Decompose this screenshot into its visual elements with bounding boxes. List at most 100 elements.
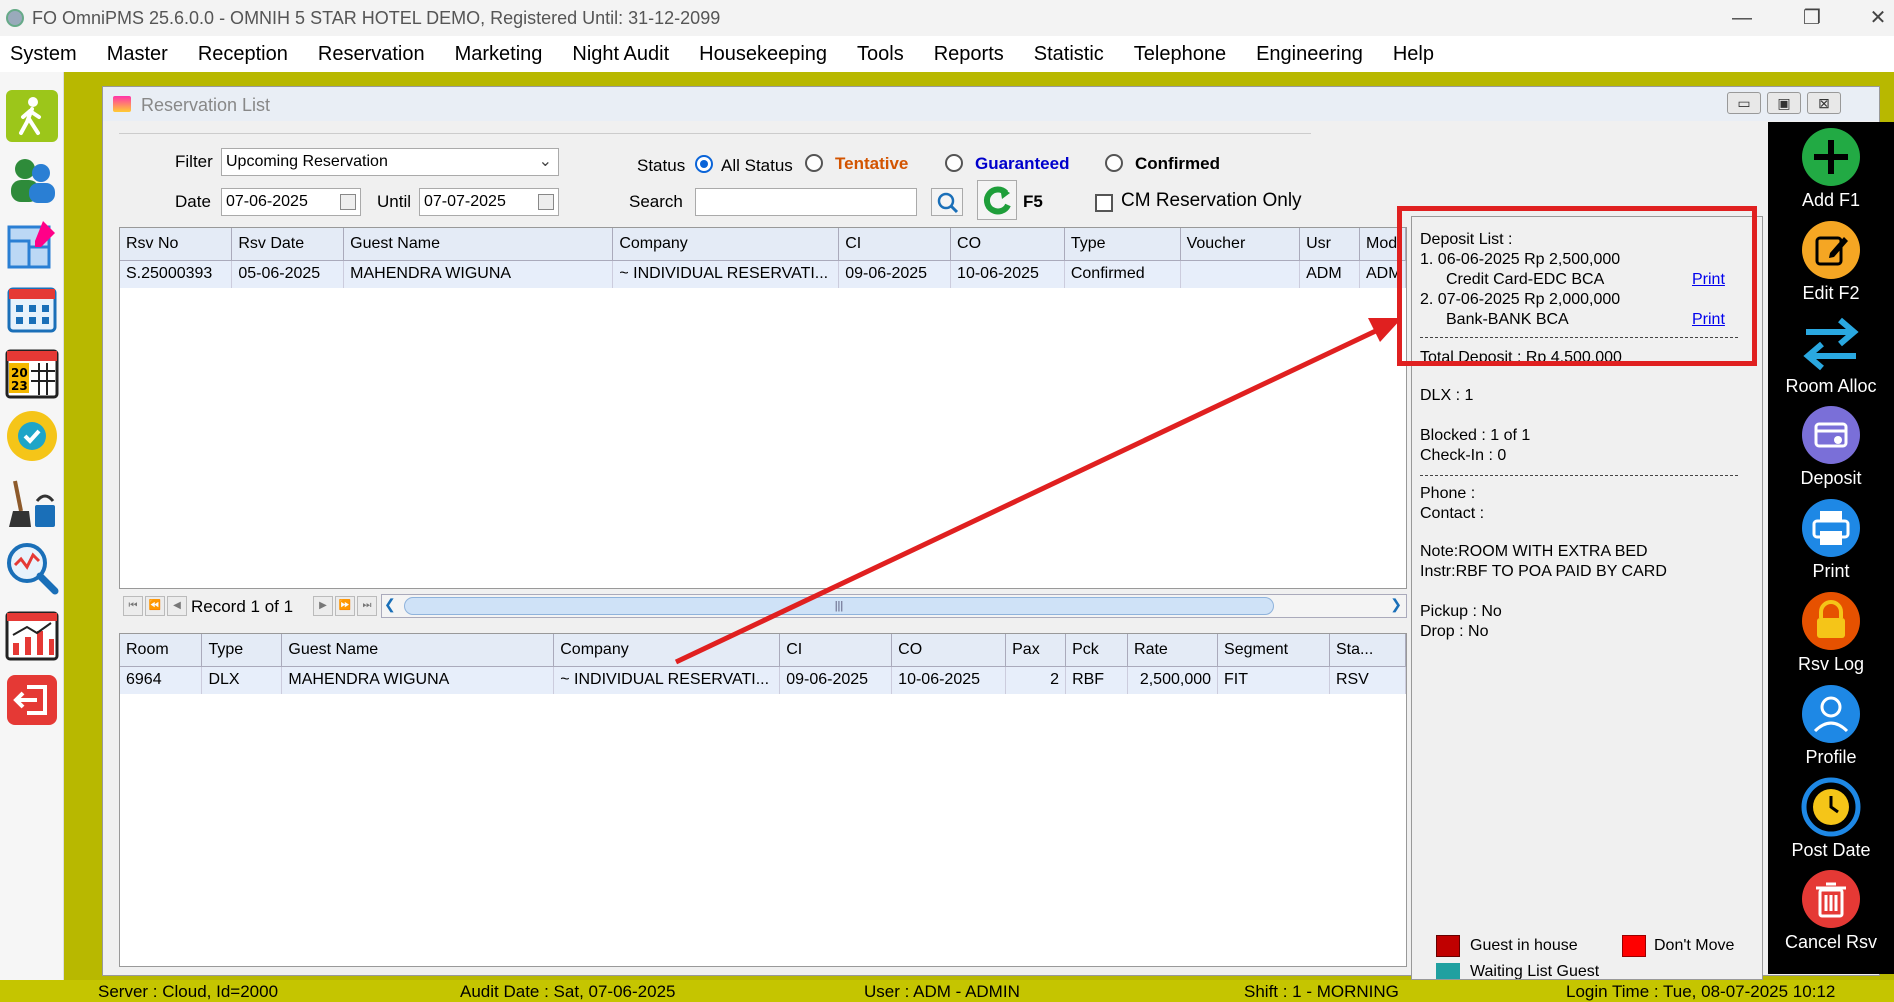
- col-room-ci[interactable]: CI: [779, 634, 893, 667]
- filter-dropdown[interactable]: Upcoming Reservation ⌄: [221, 148, 559, 176]
- cell-guest-name[interactable]: MAHENDRA WIGUNA: [343, 260, 614, 288]
- col-ci[interactable]: CI: [838, 228, 952, 261]
- print-button[interactable]: Print: [1768, 497, 1894, 587]
- cell-rsv-date[interactable]: 05-06-2025: [231, 260, 345, 288]
- col-pck[interactable]: Pck: [1065, 634, 1129, 667]
- cell-room[interactable]: 6964: [120, 666, 203, 694]
- status-confirmed-label[interactable]: Confirmed: [1135, 154, 1220, 174]
- nav-prev-button[interactable]: ◀: [167, 596, 187, 616]
- col-pax[interactable]: Pax: [1005, 634, 1067, 667]
- status-confirmed-radio[interactable]: [1105, 154, 1123, 172]
- menu-system[interactable]: System: [10, 43, 77, 66]
- status-guaranteed-radio[interactable]: [945, 154, 963, 172]
- col-status[interactable]: Sta...: [1329, 634, 1406, 667]
- menu-reports[interactable]: Reports: [934, 43, 1004, 66]
- horizontal-scrollbar[interactable]: ❮ ||| ❯: [381, 594, 1407, 618]
- nav-last-button[interactable]: ⏭: [357, 596, 377, 616]
- cell-segment[interactable]: FIT: [1217, 666, 1330, 694]
- menu-night-audit[interactable]: Night Audit: [572, 43, 669, 66]
- table-row[interactable]: 6964 DLX MAHENDRA WIGUNA ~ INDIVIDUAL RE…: [120, 666, 1406, 694]
- cancel-rsv-button[interactable]: Cancel Rsv: [1768, 868, 1894, 958]
- child-close-button[interactable]: ⊠: [1807, 92, 1841, 114]
- availability-icon[interactable]: [5, 408, 59, 464]
- calendar-2023-icon[interactable]: 20 23: [5, 344, 59, 400]
- exit-icon[interactable]: [5, 672, 59, 728]
- col-usr[interactable]: Usr: [1299, 228, 1360, 261]
- col-co[interactable]: CO: [950, 228, 1065, 261]
- cell-co[interactable]: 10-06-2025: [950, 260, 1065, 288]
- post-date-button[interactable]: Post Date: [1768, 776, 1894, 866]
- scroll-left-icon[interactable]: ❮: [384, 596, 396, 613]
- status-tentative-radio[interactable]: [805, 154, 823, 172]
- col-segment[interactable]: Segment: [1217, 634, 1330, 667]
- status-all-label[interactable]: All Status: [721, 156, 793, 176]
- col-type[interactable]: Type: [1064, 228, 1181, 261]
- cell-pax[interactable]: 2: [1005, 666, 1067, 694]
- minimize-button[interactable]: —: [1722, 4, 1762, 32]
- col-room-co[interactable]: CO: [891, 634, 1007, 667]
- cell-room-guest[interactable]: MAHENDRA WIGUNA: [281, 666, 555, 694]
- status-guaranteed-label[interactable]: Guaranteed: [975, 154, 1069, 174]
- col-room-type[interactable]: Type: [201, 634, 283, 667]
- menu-help[interactable]: Help: [1393, 43, 1434, 66]
- col-company[interactable]: Company: [612, 228, 840, 261]
- child-minimize-button[interactable]: ▭: [1727, 92, 1761, 114]
- calendar-icon[interactable]: [5, 280, 59, 336]
- cm-only-label[interactable]: CM Reservation Only: [1121, 190, 1302, 212]
- until-picker-icon[interactable]: [538, 194, 554, 210]
- cm-only-checkbox[interactable]: [1095, 194, 1113, 212]
- cell-company[interactable]: ~ INDIVIDUAL RESERVATI...: [612, 260, 840, 288]
- menu-housekeeping[interactable]: Housekeeping: [699, 43, 827, 66]
- cell-usr[interactable]: ADM: [1299, 260, 1360, 288]
- room-alloc-button[interactable]: Room Alloc: [1768, 312, 1894, 402]
- restore-button[interactable]: ❐: [1792, 4, 1832, 32]
- status-all-radio[interactable]: [695, 155, 713, 173]
- cell-status[interactable]: RSV: [1329, 666, 1406, 694]
- add-button[interactable]: Add F1: [1768, 126, 1894, 216]
- col-room[interactable]: Room: [120, 634, 203, 667]
- cell-room-co[interactable]: 10-06-2025: [891, 666, 1007, 694]
- menu-telephone[interactable]: Telephone: [1134, 43, 1226, 66]
- cell-type[interactable]: Confirmed: [1064, 260, 1181, 288]
- date-picker-icon[interactable]: [340, 194, 356, 210]
- menu-tools[interactable]: Tools: [857, 43, 904, 66]
- menu-engineering[interactable]: Engineering: [1256, 43, 1363, 66]
- search-input[interactable]: [695, 188, 917, 216]
- edit-button[interactable]: Edit F2: [1768, 219, 1894, 309]
- col-rsv-no[interactable]: Rsv No: [120, 228, 233, 261]
- cell-voucher[interactable]: [1180, 260, 1301, 288]
- refresh-button[interactable]: [977, 180, 1017, 220]
- cell-room-company[interactable]: ~ INDIVIDUAL RESERVATI...: [553, 666, 781, 694]
- cell-room-type[interactable]: DLX: [201, 666, 283, 694]
- statistic-chart-icon[interactable]: [5, 608, 59, 664]
- scroll-thumb[interactable]: |||: [404, 597, 1274, 615]
- until-field[interactable]: 07-07-2025: [419, 188, 559, 216]
- status-tentative-label[interactable]: Tentative: [835, 154, 908, 174]
- col-voucher[interactable]: Voucher: [1180, 228, 1301, 261]
- cell-rate[interactable]: 2,500,000: [1127, 666, 1219, 694]
- menu-reception[interactable]: Reception: [198, 43, 288, 66]
- walk-in-icon[interactable]: [5, 88, 59, 144]
- child-restore-button[interactable]: ▣: [1767, 92, 1801, 114]
- close-button[interactable]: ✕: [1862, 4, 1894, 32]
- search-button[interactable]: [931, 188, 963, 216]
- nav-next-page-button[interactable]: ⏩: [335, 596, 355, 616]
- deposit-button[interactable]: Deposit: [1768, 404, 1894, 494]
- menu-marketing[interactable]: Marketing: [455, 43, 543, 66]
- nav-first-button[interactable]: ⏮: [123, 596, 143, 616]
- rsv-log-button[interactable]: Rsv Log: [1768, 590, 1894, 680]
- cell-room-ci[interactable]: 09-06-2025: [779, 666, 893, 694]
- col-room-company[interactable]: Company: [553, 634, 781, 667]
- cell-rsv-no[interactable]: S.25000393: [120, 260, 233, 288]
- col-rate[interactable]: Rate: [1127, 634, 1219, 667]
- table-row[interactable]: S.25000393 05-06-2025 MAHENDRA WIGUNA ~ …: [120, 260, 1406, 288]
- guests-icon[interactable]: [5, 152, 59, 208]
- col-room-guest[interactable]: Guest Name: [281, 634, 555, 667]
- menu-master[interactable]: Master: [107, 43, 168, 66]
- nav-prev-page-button[interactable]: ⏪: [145, 596, 165, 616]
- analysis-icon[interactable]: [5, 540, 59, 596]
- scroll-right-icon[interactable]: ❯: [1390, 596, 1402, 613]
- cell-pck[interactable]: RBF: [1065, 666, 1129, 694]
- profile-button[interactable]: Profile: [1768, 683, 1894, 773]
- date-field[interactable]: 07-06-2025: [221, 188, 361, 216]
